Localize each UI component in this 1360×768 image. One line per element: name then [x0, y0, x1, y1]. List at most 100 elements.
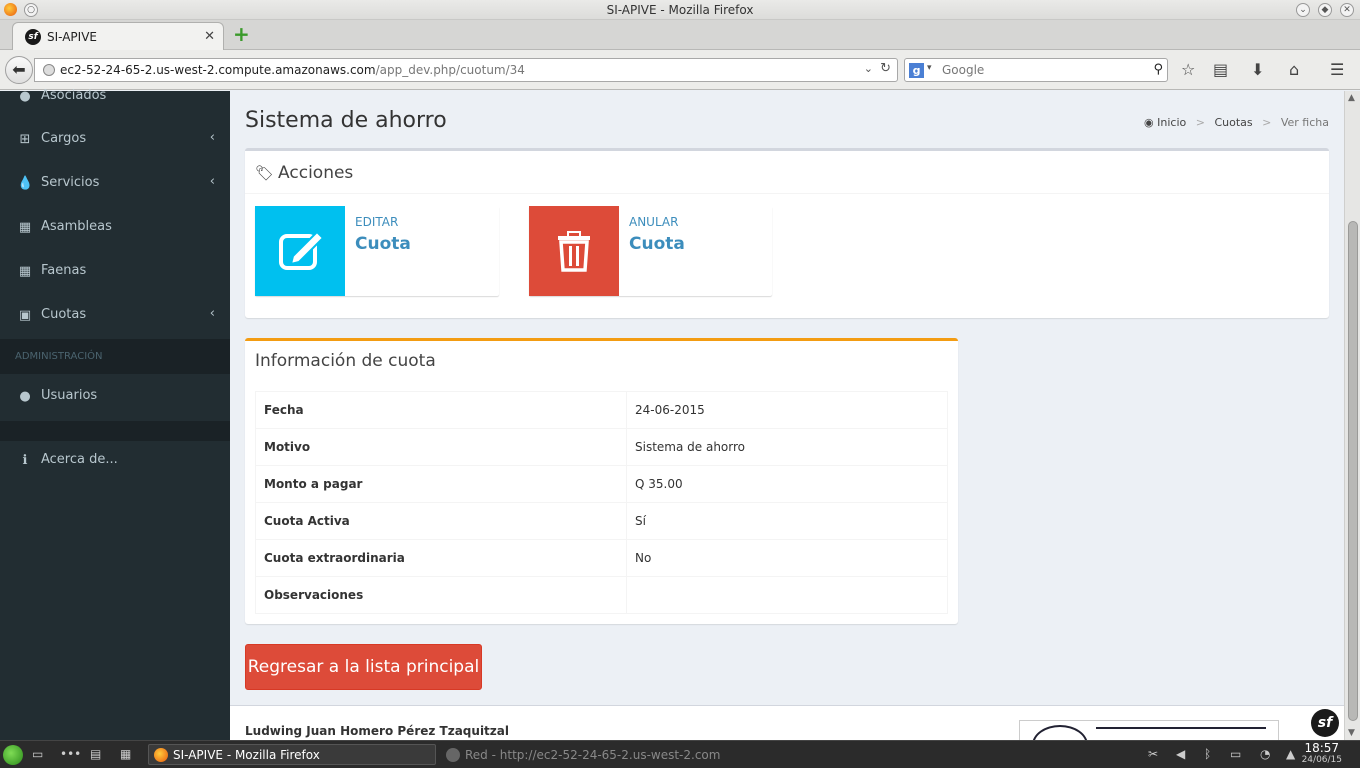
university-logo: [1019, 720, 1279, 740]
breadcrumb-separator: >: [1195, 116, 1205, 129]
editar-cuota-box[interactable]: EDITAR Cuota: [255, 206, 499, 296]
sidebar-section-header: ADMINISTRACIÓN: [0, 339, 230, 374]
home-icon[interactable]: ⌂: [1289, 62, 1299, 78]
sidebar-item-faenas[interactable]: ▦ Faenas: [0, 250, 230, 294]
clock-time: 18:57: [1304, 741, 1340, 755]
start-menu-icon[interactable]: [3, 745, 23, 765]
workspace-switcher-icon[interactable]: ▤: [90, 747, 101, 761]
google-engine-icon[interactable]: g: [909, 63, 924, 78]
breadcrumb-separator: >: [1262, 116, 1272, 129]
sidebar-item-acerca[interactable]: ℹ Acerca de...: [0, 439, 230, 483]
symfony-toolbar-icon[interactable]: sf: [1311, 709, 1339, 737]
trash-icon[interactable]: [529, 206, 619, 296]
breadcrumb-inicio[interactable]: Inicio: [1157, 116, 1186, 129]
sidebar-item-label: Faenas: [41, 263, 87, 278]
anular-number: Cuota: [629, 234, 685, 254]
menu-icon[interactable]: ☰: [1330, 62, 1344, 78]
search-bar[interactable]: g ▾ Google ⚲: [904, 58, 1168, 82]
engine-dropdown-icon[interactable]: ▾: [927, 63, 932, 73]
chevron-left-icon: ‹: [209, 174, 215, 189]
taskbar-red-window[interactable]: Red - http://ec2-52-24-65-2.us-west-2.co…: [440, 744, 722, 765]
chevron-left-icon: ‹: [209, 306, 215, 321]
sitemap-icon: ⊞: [19, 132, 31, 147]
clock-date: 24/06/15: [1301, 755, 1342, 765]
sidebar-item-servicios[interactable]: 💧 Servicios ‹: [0, 162, 230, 206]
maximize-icon[interactable]: ◆: [1318, 3, 1332, 17]
download-icon[interactable]: ⬇: [1251, 62, 1264, 78]
tray-expand-icon[interactable]: ▲: [1286, 747, 1295, 761]
reload-icon[interactable]: ↻: [880, 61, 891, 76]
page-footer: Ludwing Juan Homero Pérez Tzaquitzal: [230, 705, 1344, 740]
sidebar-item-label: Servicios: [41, 175, 100, 190]
taskbar-window-label: Red - http://ec2-52-24-65-2.us-west-2.co…: [465, 748, 721, 762]
clock[interactable]: 18:57 24/06/15: [1302, 742, 1342, 766]
breadcrumb: ◉ Inicio > Cuotas > Ver ficha: [1144, 116, 1329, 129]
anular-cuota-box[interactable]: ANULAR Cuota: [529, 206, 772, 296]
scrollbar-thumb[interactable]: [1348, 221, 1358, 721]
sidebar-item-label: Cargos: [41, 131, 87, 146]
scroll-up-icon[interactable]: ▲: [1348, 93, 1355, 103]
cuota-detail-table: Fecha 24-06-2015 Motivo Sistema de ahorro …: [255, 391, 948, 614]
sidebar-item-label: Usuarios: [41, 388, 98, 403]
calendar-icon: ▦: [18, 264, 32, 279]
footer-author: Ludwing Juan Homero Pérez Tzaquitzal: [245, 724, 509, 738]
editar-text: EDITAR: [355, 215, 399, 229]
row-value: Sistema de ahorro: [626, 428, 948, 466]
url-dropdown-icon[interactable]: ⌄: [864, 62, 873, 75]
row-value: [626, 576, 948, 614]
sidebar-item-label: Cuotas: [41, 307, 87, 322]
table-row: Motivo Sistema de ahorro: [255, 428, 948, 466]
edit-icon[interactable]: [255, 206, 345, 296]
network-icon[interactable]: ◔: [1260, 747, 1270, 761]
scroll-down-icon[interactable]: ▼: [1348, 728, 1355, 738]
regresar-button[interactable]: Regresar a la lista principal: [245, 644, 482, 690]
sidebar-item-label: Asambleas: [41, 219, 112, 234]
more-icon[interactable]: •••: [60, 747, 81, 761]
table-row: Monto a pagar Q 35.00: [255, 465, 948, 503]
show-desktop-icon[interactable]: ▭: [32, 747, 43, 761]
window-title: SI-APIVE - Mozilla Firefox: [606, 3, 754, 17]
acciones-title: Acciones: [278, 163, 354, 183]
binoculars-icon[interactable]: ⚲: [1153, 62, 1163, 77]
info-icon: ℹ: [22, 453, 28, 468]
bluetooth-icon[interactable]: ᛒ: [1204, 747, 1211, 761]
table-row: Cuota extraordinaria No: [255, 539, 948, 577]
row-key: Motivo: [255, 428, 627, 466]
acciones-box: 🏷 Acciones EDITAR Cuota ANULAR Cuota: [245, 148, 1329, 318]
minimize-icon[interactable]: ⌄: [1296, 3, 1310, 17]
close-tab-icon[interactable]: ✕: [204, 29, 215, 44]
breadcrumb-cuotas[interactable]: Cuotas: [1214, 116, 1252, 129]
tools-icon[interactable]: ✂: [1148, 747, 1158, 761]
anular-text: ANULAR: [629, 215, 679, 229]
sidebar-item-cuotas[interactable]: ▣ Cuotas ‹: [0, 294, 230, 338]
sidebar-item-asambleas[interactable]: ▦ Asambleas: [0, 206, 230, 250]
users-icon: ●: [19, 89, 31, 104]
sidebar-item-cargos[interactable]: ⊞ Cargos ‹: [0, 118, 230, 162]
vertical-scrollbar[interactable]: ▲ ▼: [1344, 91, 1360, 740]
sidebar: ● Asociados ⊞ Cargos ‹ 💧 Servicios ‹ ▦ A…: [0, 88, 230, 740]
sidebar-item-asociados[interactable]: ● Asociados: [0, 75, 230, 119]
row-value: Sí: [626, 502, 948, 540]
row-value: No: [626, 539, 948, 577]
volume-icon[interactable]: ◀: [1176, 747, 1185, 761]
symfony-favicon-icon: sf: [25, 29, 41, 45]
acciones-header: 🏷 Acciones: [245, 151, 1329, 194]
browser-tab[interactable]: sf SI-APIVE ✕: [12, 22, 224, 51]
battery-icon[interactable]: ▭: [1230, 747, 1241, 761]
file-manager-icon[interactable]: ▦: [120, 747, 131, 761]
search-placeholder: Google: [942, 63, 985, 77]
firefox-icon: [154, 748, 168, 762]
bookmark-star-icon[interactable]: ☆: [1181, 62, 1195, 78]
tab-label: SI-APIVE: [47, 30, 97, 44]
tag-icon: 🏷: [255, 164, 275, 182]
sidebar-item-usuarios[interactable]: ● Usuarios: [0, 375, 230, 419]
reading-list-icon[interactable]: ▤: [1213, 62, 1228, 78]
close-window-icon[interactable]: ✕: [1340, 3, 1354, 17]
row-key: Cuota extraordinaria: [255, 539, 627, 577]
main-content: Sistema de ahorro ◉ Inicio > Cuotas > Ve…: [230, 91, 1344, 740]
new-tab-icon[interactable]: +: [233, 24, 250, 44]
tab-bar: sf SI-APIVE ✕: [0, 20, 1360, 51]
university-seal-icon: [1032, 725, 1088, 740]
taskbar-firefox-window[interactable]: SI-APIVE - Mozilla Firefox: [148, 744, 436, 765]
row-value: 24-06-2015: [626, 391, 948, 429]
